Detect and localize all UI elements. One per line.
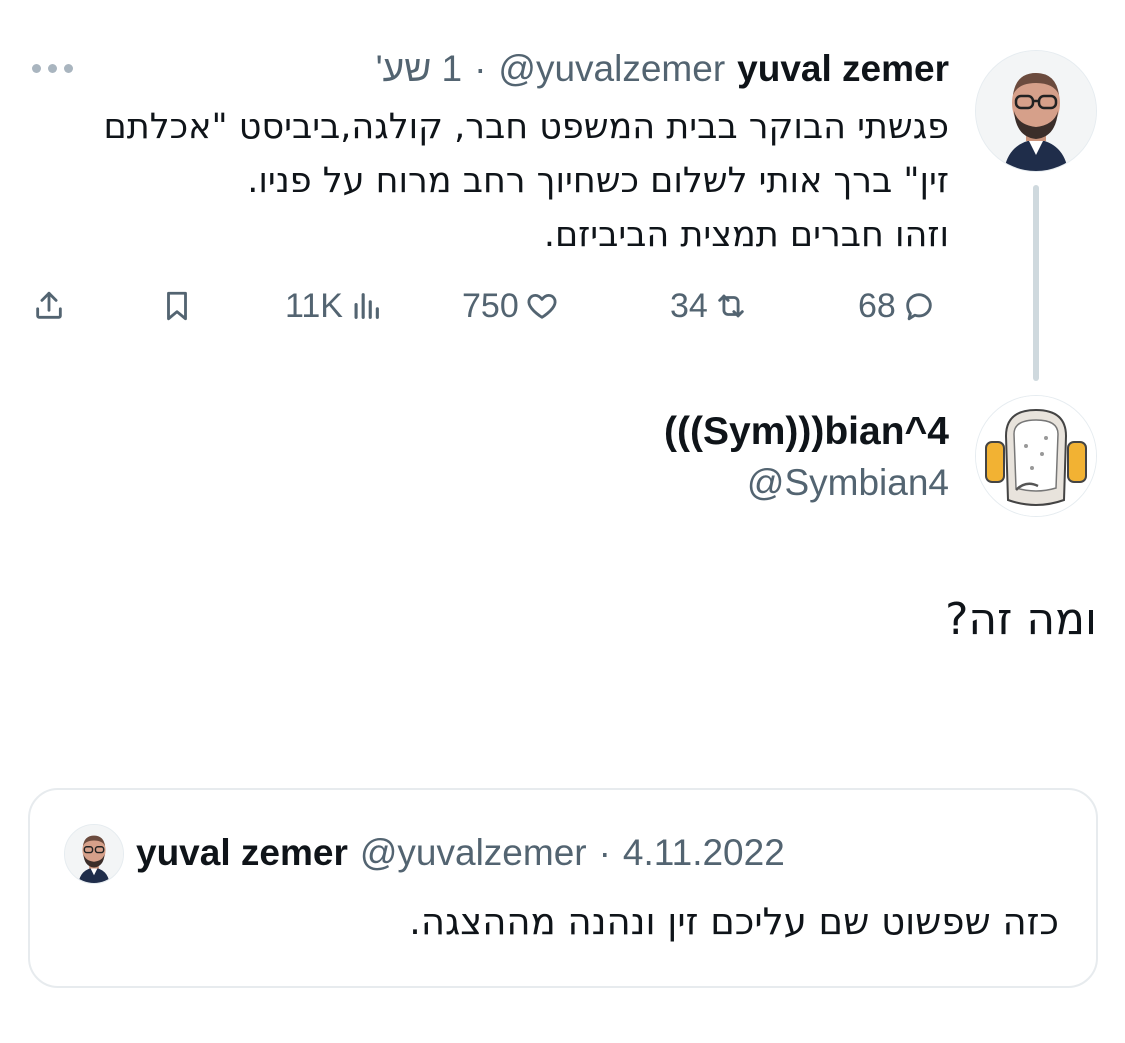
reply-tweet-text: ומה זה? <box>945 594 1097 645</box>
views-count: 11K <box>285 286 343 325</box>
views-chart-icon <box>354 293 379 319</box>
header-separator: · <box>474 48 487 89</box>
views-button[interactable]: 11K <box>285 283 383 329</box>
like-count: 750 <box>462 286 519 325</box>
quoted-author-avatar <box>64 824 124 884</box>
like-button[interactable]: 750 <box>462 283 559 329</box>
reply-count: 68 <box>858 286 896 325</box>
parent-tweet-time[interactable]: 1 שע' <box>376 48 462 90</box>
retweet-count: 34 <box>670 286 708 325</box>
quoted-tweet-date: 4.11.2022 <box>622 832 785 873</box>
quoted-author-handle: @yuvalzemer <box>359 832 587 873</box>
reply-bubble-icon <box>906 293 932 321</box>
parent-author-handle[interactable]: @yuvalzemer <box>498 48 725 90</box>
share-icon <box>36 291 62 319</box>
quoted-tweet-header: yuval zemer @yuvalzemer · 4.11.2022 <box>136 830 785 876</box>
quoted-author-name: yuval zemer <box>136 832 348 873</box>
man-portrait-icon <box>976 51 1096 171</box>
retweet-icon <box>718 294 744 318</box>
parent-text-line: פגשתי הבוקר בבית המשפט חבר, קולגה,ביביסט… <box>103 107 950 147</box>
parent-text-line: וזהו חברים תמצית הביביזם. <box>543 215 949 255</box>
heart-icon <box>527 293 557 319</box>
bookmark-button[interactable] <box>160 283 194 329</box>
reply-author-avatar[interactable] <box>975 395 1097 517</box>
reply-button[interactable]: 68 <box>858 283 936 329</box>
toast-astronaut-icon <box>976 396 1096 516</box>
more-dots-icon[interactable] <box>32 58 76 78</box>
header-separator: · <box>598 832 611 873</box>
reply-author-name[interactable]: (((Sym)))bian^4 <box>664 410 949 454</box>
bookmark-icon <box>167 291 187 321</box>
man-portrait-icon <box>65 825 123 883</box>
parent-author-avatar[interactable] <box>975 50 1097 172</box>
share-button[interactable] <box>32 283 66 329</box>
retweet-button[interactable]: 34 <box>670 283 748 329</box>
parent-tweet-header: yuval zemer @yuvalzemer · 1 שע' <box>376 46 949 92</box>
parent-text-line: זין" ברך אותי לשלום כשחיוך רחב מרוח על פ… <box>247 161 949 201</box>
reply-author-handle[interactable]: @Symbian4 <box>747 462 949 504</box>
thread-connector-line <box>1033 185 1039 381</box>
quoted-tweet-card[interactable] <box>28 788 1098 988</box>
quoted-tweet-text: כזה שפשוט שם עליכם זין ונהנה מההצגה. <box>409 900 1059 943</box>
parent-author-name[interactable]: yuval zemer <box>737 48 949 90</box>
parent-tweet-text: פגשתי הבוקר בבית המשפט חבר, קולגה,ביביסט… <box>29 100 950 262</box>
